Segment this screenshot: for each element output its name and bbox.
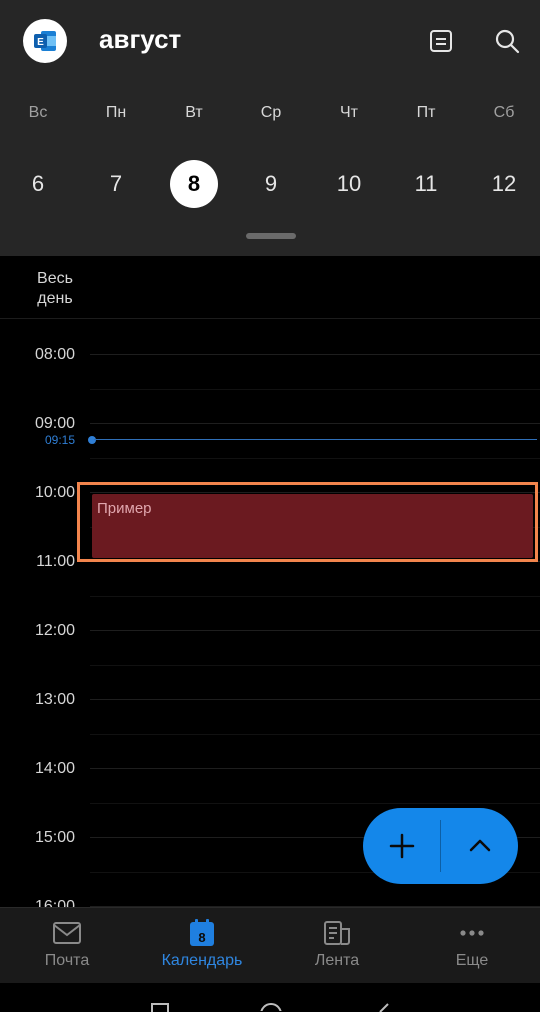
- hour-line: [90, 492, 540, 493]
- hour-label: 11:00: [36, 553, 75, 570]
- expand-drag-handle[interactable]: [246, 233, 296, 239]
- current-time-label: 09:15: [44, 433, 75, 447]
- weekday-label: Пт: [416, 104, 436, 121]
- hour-label: 15:00: [34, 829, 75, 846]
- nav-feed[interactable]: Лента: [282, 918, 392, 970]
- mail-icon: [12, 918, 122, 948]
- day-6[interactable]: 6: [14, 160, 62, 208]
- nav-more[interactable]: Еще: [417, 918, 527, 970]
- add-event-button[interactable]: [363, 808, 440, 884]
- bottom-navigation: Почта 8 Календарь Лента Еще: [0, 907, 540, 984]
- floating-action-group: [363, 808, 518, 884]
- day-10[interactable]: 10: [325, 160, 373, 208]
- weekday-label: Ср: [260, 104, 282, 121]
- svg-text:E: E: [37, 37, 44, 48]
- event-block[interactable]: Пример: [92, 494, 533, 558]
- weekday-label: Чт: [340, 104, 358, 121]
- calendar-icon: 8: [147, 918, 257, 948]
- half-hour-line: [90, 596, 540, 597]
- day-7[interactable]: 7: [92, 160, 140, 208]
- nav-label: Еще: [455, 952, 489, 969]
- agenda-view-icon[interactable]: [424, 24, 458, 58]
- hour-label: 16:00: [34, 898, 75, 908]
- svg-text:8: 8: [198, 930, 205, 945]
- nav-label: Календарь: [161, 952, 243, 969]
- search-icon[interactable]: [490, 24, 524, 58]
- weekday-label: Вт: [185, 104, 203, 121]
- week-days-row: 6 7 8 9 10 11 12: [0, 160, 540, 208]
- hour-line: [90, 354, 540, 355]
- hour-label: 13:00: [34, 691, 75, 708]
- hour-label: 09:00: [34, 415, 75, 432]
- half-hour-line: [90, 665, 540, 666]
- day-11[interactable]: 11: [402, 160, 450, 208]
- plus-icon: [389, 833, 414, 859]
- hour-line: [90, 561, 540, 562]
- expand-button[interactable]: [441, 808, 518, 884]
- day-9[interactable]: 9: [247, 160, 295, 208]
- half-hour-line: [90, 803, 540, 804]
- outlook-icon[interactable]: E: [23, 19, 67, 63]
- hour-label: 14:00: [34, 760, 75, 777]
- nav-label: Лента: [314, 952, 360, 969]
- back-icon: [379, 1003, 389, 1012]
- hour-line: [90, 699, 540, 700]
- weekday-row: Вс Пн Вт Ср Чт Пт Сб: [0, 104, 540, 124]
- half-hour-line: [90, 734, 540, 735]
- weekday-label: Пн: [105, 104, 127, 121]
- calendar-header: E август Вс Пн Вт Ср Чт Пт Сб 6 7 8 9 10…: [0, 0, 540, 256]
- hour-label: 12:00: [34, 622, 75, 639]
- day-12[interactable]: 12: [480, 160, 528, 208]
- day-8-selected[interactable]: 8: [170, 160, 218, 208]
- hour-line: [90, 423, 540, 424]
- nav-calendar[interactable]: 8 Календарь: [147, 918, 257, 970]
- nav-mail[interactable]: Почта: [12, 918, 122, 970]
- all-day-row[interactable]: Весь день: [0, 256, 540, 319]
- feed-icon: [282, 918, 392, 948]
- hour-label: 08:00: [34, 346, 75, 363]
- all-day-label: Весь день: [37, 270, 73, 307]
- hour-label: 10:00: [34, 484, 75, 501]
- weekday-label: Сб: [493, 104, 515, 121]
- nav-label: Почта: [44, 952, 90, 969]
- chevron-up-icon: [469, 839, 490, 852]
- month-title[interactable]: август: [99, 24, 181, 55]
- recent-apps-icon: [151, 1003, 169, 1012]
- event-title: Пример: [97, 500, 152, 517]
- half-hour-line: [90, 389, 540, 390]
- hour-line: [90, 768, 540, 769]
- half-hour-line: [90, 458, 540, 459]
- more-icon: [417, 918, 527, 948]
- current-time-line: [94, 439, 537, 440]
- weekday-label: Вс: [28, 104, 48, 121]
- hour-line: [90, 630, 540, 631]
- system-navigation-bar: [0, 983, 540, 1012]
- current-time-dot: [88, 436, 96, 444]
